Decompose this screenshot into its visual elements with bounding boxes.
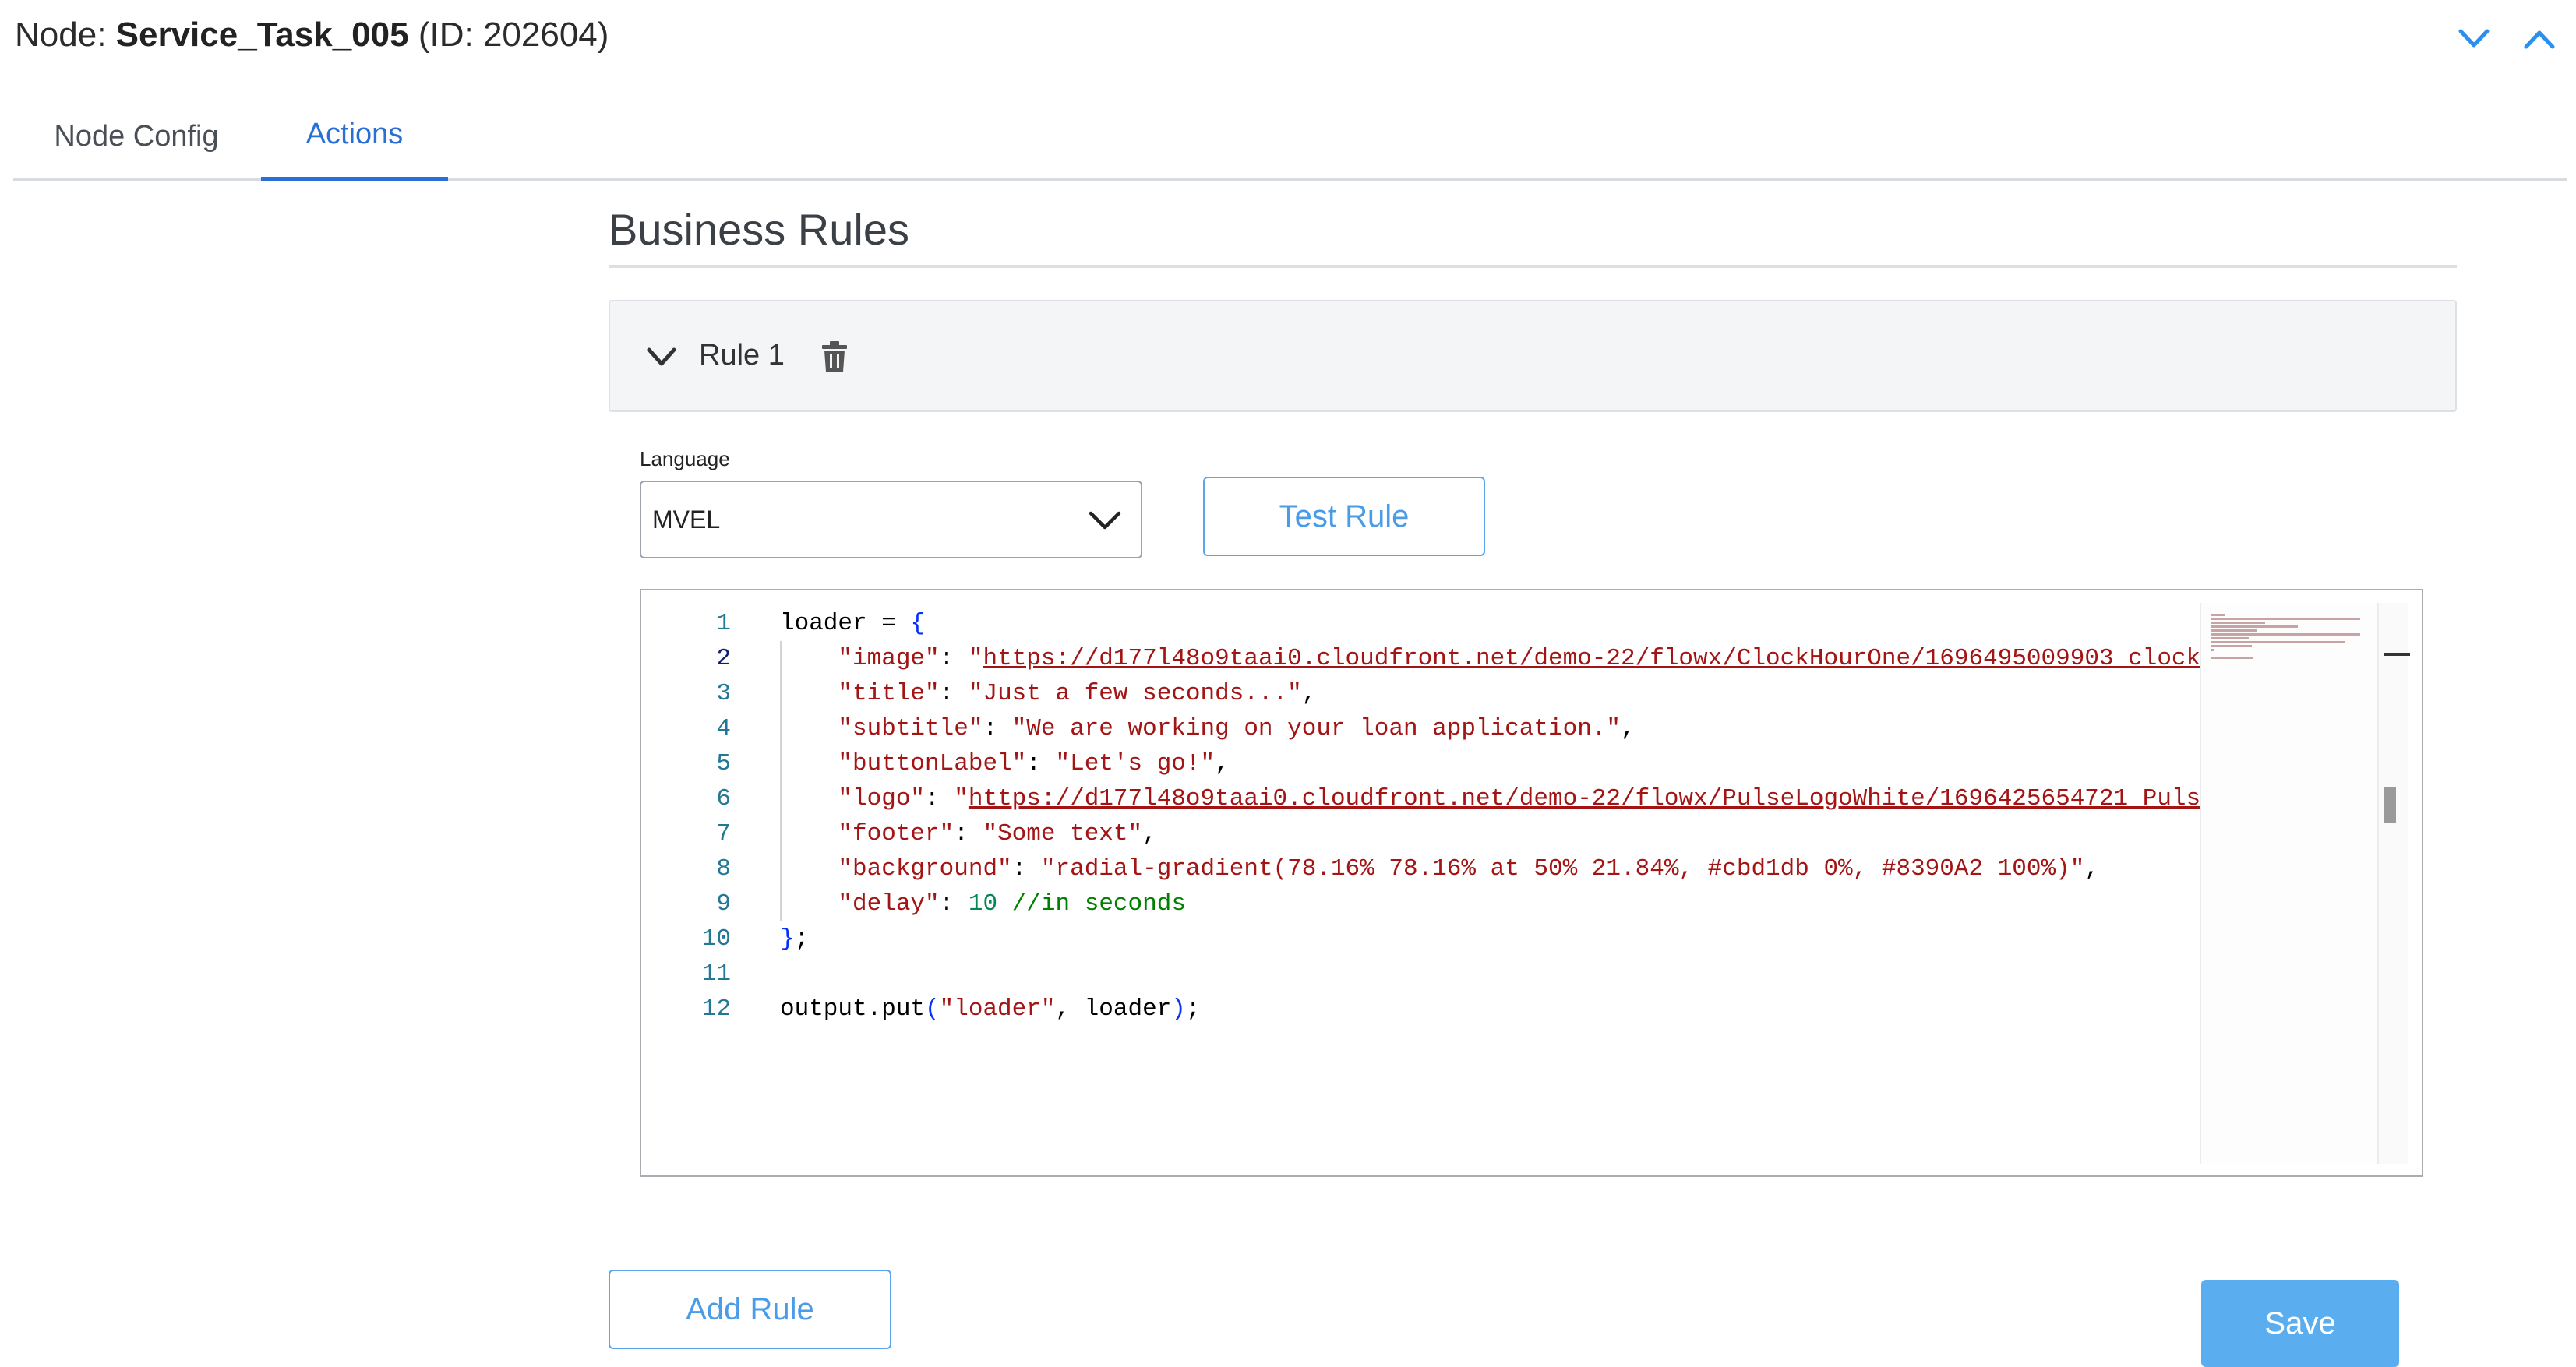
node-id: (ID: 202604) [418, 16, 609, 54]
line-number: 1 [716, 610, 731, 637]
test-rule-button[interactable]: Test Rule [1203, 477, 1485, 556]
trash-icon[interactable] [820, 340, 849, 373]
line-number: 12 [701, 995, 731, 1023]
code-line[interactable]: "background": "radial-gradient(78.16% 78… [780, 851, 2099, 886]
code-area[interactable]: loader = { "image": "https://d177l48o9ta… [780, 606, 2317, 1167]
add-rule-button[interactable]: Add Rule [609, 1270, 891, 1349]
line-number: 11 [701, 960, 731, 988]
language-label: Language [640, 447, 730, 470]
line-number: 2 [716, 645, 731, 672]
chevron-down-icon [1088, 509, 1122, 534]
node-name: Service_Task_005 [115, 16, 409, 54]
code-line[interactable]: }; [780, 921, 809, 957]
minimap-line [2211, 629, 2257, 632]
code-line[interactable]: "image": "https://d177l48o9taai0.cloudfr… [780, 641, 2244, 676]
save-button[interactable]: Save [2201, 1280, 2399, 1367]
minimap-line [2211, 657, 2254, 659]
scrollbar[interactable] [2377, 603, 2410, 1164]
line-number: 8 [716, 855, 731, 883]
code-line[interactable]: "logo": "https://d177l48o9taai0.cloudfro… [780, 781, 2244, 816]
line-number: 4 [716, 715, 731, 742]
node-prefix: Node: [15, 16, 116, 54]
minimap-line [2211, 633, 2360, 636]
minimap-line [2211, 625, 2299, 628]
line-number-gutter: 1 2 3 4 5 6 7 8 9 10 11 12 [641, 590, 731, 1175]
section-title: Business Rules [609, 205, 909, 254]
minimap-line [2211, 637, 2250, 639]
code-line[interactable]: output.put("loader", loader); [780, 992, 1201, 1027]
tab-node-config[interactable]: Node Config [13, 92, 259, 181]
line-number: 10 [701, 925, 731, 953]
rule-header[interactable]: Rule 1 [609, 300, 2457, 412]
minimap-line [2211, 641, 2345, 643]
line-number: 7 [716, 820, 731, 847]
line-number: 6 [716, 785, 731, 812]
language-select[interactable]: MVEL [640, 481, 1142, 558]
code-line[interactable]: "title": "Just a few seconds...", [780, 676, 1316, 711]
chevron-down-icon[interactable] [646, 344, 677, 370]
code-line[interactable]: "footer": "Some text", [780, 816, 1156, 851]
minimap[interactable] [2200, 603, 2377, 1164]
code-line[interactable]: loader = { [780, 606, 925, 641]
minimap-line [2211, 618, 2360, 620]
chevron-up-icon[interactable] [2521, 23, 2557, 55]
rule-title: Rule 1 [699, 339, 785, 372]
code-line[interactable]: "delay": 10 //in seconds [780, 886, 1186, 921]
scrollbar-thumb[interactable] [2384, 787, 2396, 823]
code-editor[interactable]: 1 2 3 4 5 6 7 8 9 10 11 12 loader = { "image": "htt… [640, 589, 2423, 1177]
code-line[interactable]: "buttonLabel": "Let's go!", [780, 746, 1229, 781]
code-line[interactable]: "subtitle": "We are working on your loan… [780, 711, 1635, 746]
tab-actions[interactable]: Actions [261, 92, 448, 181]
scrollbar-marker [2384, 653, 2410, 656]
tab-bar: Node Config Actions [13, 92, 2567, 181]
chevron-down-icon[interactable] [2456, 23, 2492, 55]
minimap-line [2211, 614, 2225, 616]
section-divider [609, 265, 2457, 268]
language-value: MVEL [652, 506, 721, 534]
line-number: 5 [716, 750, 731, 777]
line-number: 3 [716, 680, 731, 707]
line-number: 9 [716, 890, 731, 918]
minimap-line [2211, 645, 2253, 647]
minimap-line [2211, 622, 2266, 624]
minimap-line [2211, 649, 2214, 651]
node-header: Node: Service_Task_005 (ID: 202604) [15, 16, 609, 55]
